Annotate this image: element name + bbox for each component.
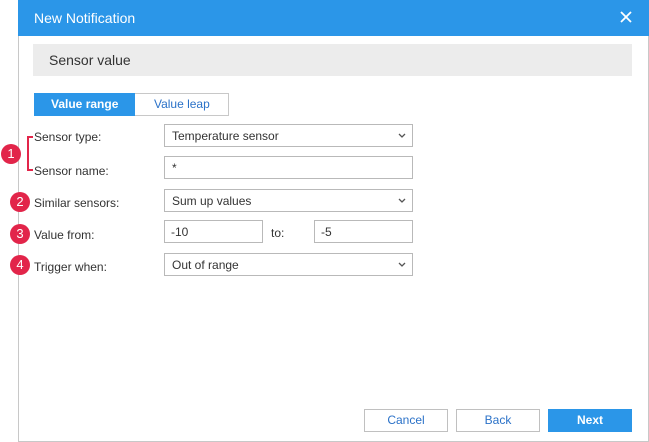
dialog-titlebar: New Notification [18, 0, 649, 36]
value-to-input[interactable]: -5 [314, 220, 413, 243]
chevron-down-icon [398, 133, 406, 138]
tab-value-range[interactable]: Value range [34, 93, 136, 116]
annotation-bracket-top [27, 136, 33, 138]
annotation-badge-3: 3 [10, 224, 30, 244]
similar-sensors-value: Sum up values [172, 194, 252, 208]
sensor-type-value: Temperature sensor [172, 129, 279, 143]
similar-sensors-label: Similar sensors: [34, 196, 120, 210]
sensor-name-value: * [172, 161, 177, 175]
value-from-value: -10 [171, 225, 189, 239]
trigger-when-value: Out of range [172, 258, 239, 272]
similar-sensors-select[interactable]: Sum up values [164, 189, 413, 212]
value-from-input[interactable]: -10 [164, 220, 263, 243]
sensor-name-input[interactable]: * [164, 156, 413, 179]
dialog-title: New Notification [34, 10, 136, 26]
sensor-type-label: Sensor type: [34, 130, 102, 144]
cancel-button[interactable]: Cancel [364, 409, 448, 432]
annotation-badge-2: 2 [10, 192, 30, 212]
section-title: Sensor value [49, 52, 131, 68]
value-from-label: Value from: [34, 228, 95, 242]
value-to-value: -5 [321, 225, 332, 239]
sensor-name-label: Sensor name: [34, 164, 109, 178]
section-header: Sensor value [33, 44, 632, 76]
back-button[interactable]: Back [456, 409, 540, 432]
mode-tabs: Value range Value leap [34, 93, 230, 116]
chevron-down-icon [398, 198, 406, 203]
trigger-when-select[interactable]: Out of range [164, 253, 413, 276]
annotation-badge-4: 4 [10, 255, 30, 275]
next-button[interactable]: Next [548, 409, 632, 432]
chevron-down-icon [398, 262, 406, 267]
annotation-bracket [27, 136, 29, 170]
annotation-badge-1: 1 [1, 144, 21, 164]
tab-value-leap[interactable]: Value leap [135, 93, 230, 116]
value-to-label: to: [271, 226, 285, 240]
sensor-type-select[interactable]: Temperature sensor [164, 124, 413, 147]
close-icon[interactable] [617, 8, 635, 26]
annotation-bracket-bottom [27, 169, 33, 171]
trigger-when-label: Trigger when: [34, 260, 107, 274]
